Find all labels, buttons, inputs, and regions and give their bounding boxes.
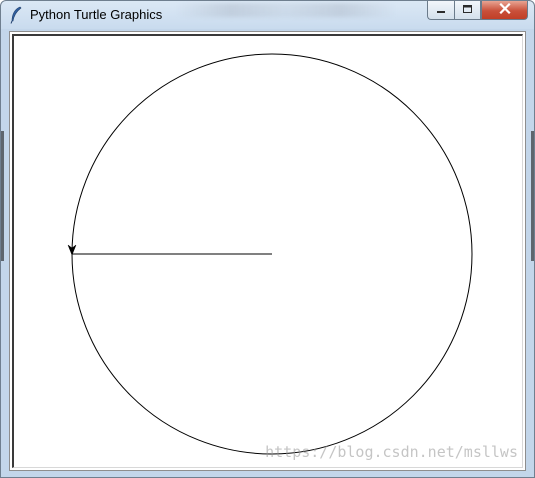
title-bar[interactable]: Python Turtle Graphics bbox=[1, 1, 534, 29]
window-edge-left bbox=[1, 131, 4, 261]
minimize-button[interactable] bbox=[427, 1, 454, 20]
close-button[interactable] bbox=[481, 1, 528, 20]
maximize-icon bbox=[462, 1, 473, 19]
turtle-window: Python Turtle Graphics https://blog.csdn… bbox=[0, 0, 535, 478]
feather-icon bbox=[9, 6, 23, 24]
maximize-button[interactable] bbox=[454, 1, 481, 20]
close-icon bbox=[498, 1, 511, 19]
blurred-background-text bbox=[176, 3, 396, 17]
watermark-text: https://blog.csdn.net/msllws bbox=[265, 443, 518, 461]
window-client-area: https://blog.csdn.net/msllws bbox=[9, 31, 526, 471]
turtle-drawing bbox=[67, 53, 473, 455]
window-title: Python Turtle Graphics bbox=[30, 7, 163, 22]
turtle-canvas[interactable]: https://blog.csdn.net/msllws bbox=[12, 34, 523, 468]
window-edge-right bbox=[531, 131, 534, 261]
minimize-icon bbox=[436, 1, 446, 19]
window-controls bbox=[427, 1, 528, 20]
